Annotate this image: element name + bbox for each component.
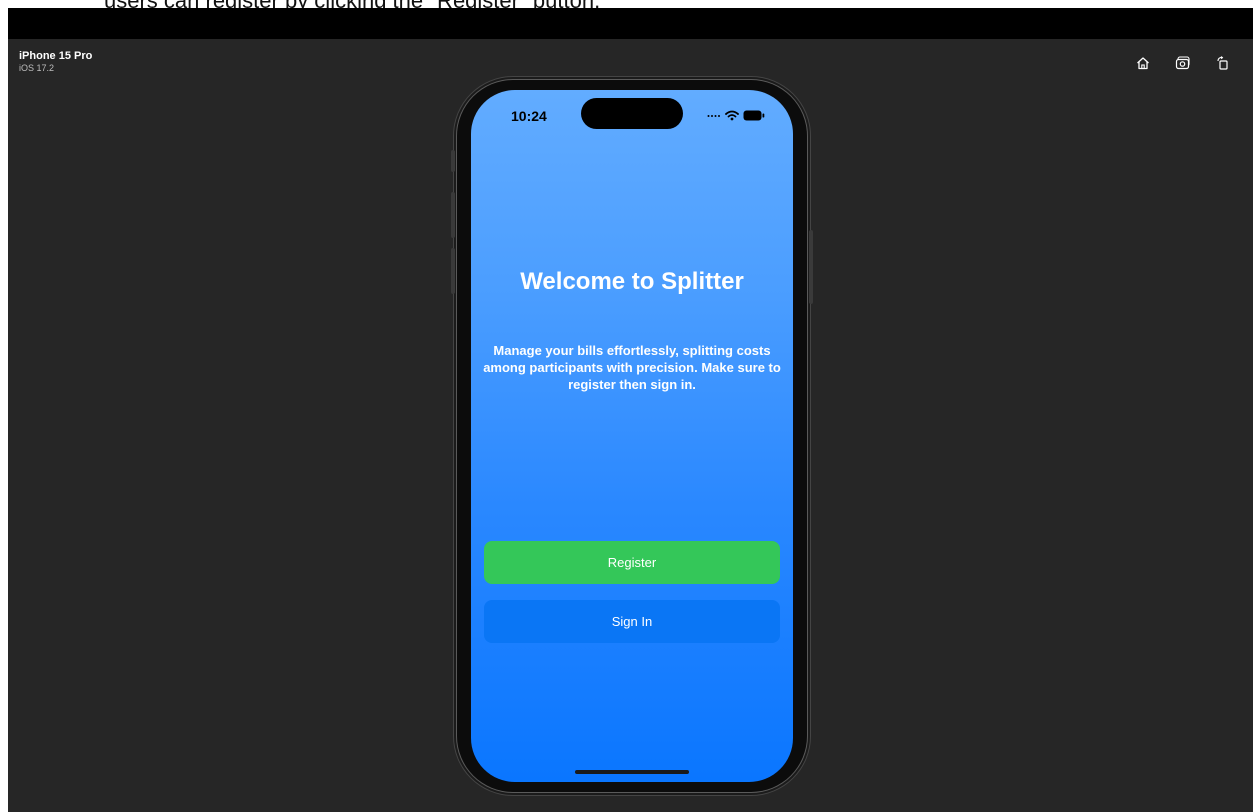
rotate-icon[interactable]: [1213, 53, 1233, 73]
simulator-window: iPhone 15 Pro iOS 17.2 10:24 Welcome to …: [8, 8, 1253, 812]
welcome-subtitle: Manage your bills effortlessly, splittin…: [483, 343, 781, 392]
screenshot-icon[interactable]: [1173, 53, 1193, 73]
app-screen: 10:24 Welcome to Splitter Manage your bi…: [471, 90, 793, 782]
simulator-toolbar: [1133, 53, 1233, 73]
volume-down-button: [451, 248, 455, 294]
action-button: [451, 150, 455, 172]
battery-icon: [743, 110, 765, 121]
signal-dots-icon: [707, 114, 720, 117]
device-name: iPhone 15 Pro: [19, 50, 93, 62]
status-icons: [707, 110, 765, 121]
simulator-body: iPhone 15 Pro iOS 17.2 10:24 Welcome to …: [8, 39, 1253, 812]
power-button: [809, 230, 813, 304]
home-icon[interactable]: [1133, 53, 1153, 73]
device-info: iPhone 15 Pro iOS 17.2: [19, 50, 92, 74]
status-time: 10:24: [511, 108, 547, 124]
welcome-title: Welcome to Splitter: [520, 268, 744, 295]
os-version: iOS 17.2: [19, 63, 55, 73]
register-button[interactable]: Register: [484, 541, 780, 584]
dynamic-island: [581, 98, 683, 129]
iphone-frame: 10:24 Welcome to Splitter Manage your bi…: [451, 80, 813, 792]
sign-in-button[interactable]: Sign In: [484, 600, 780, 643]
wifi-icon: [725, 110, 739, 121]
volume-up-button: [451, 192, 455, 238]
home-indicator[interactable]: [575, 770, 689, 774]
